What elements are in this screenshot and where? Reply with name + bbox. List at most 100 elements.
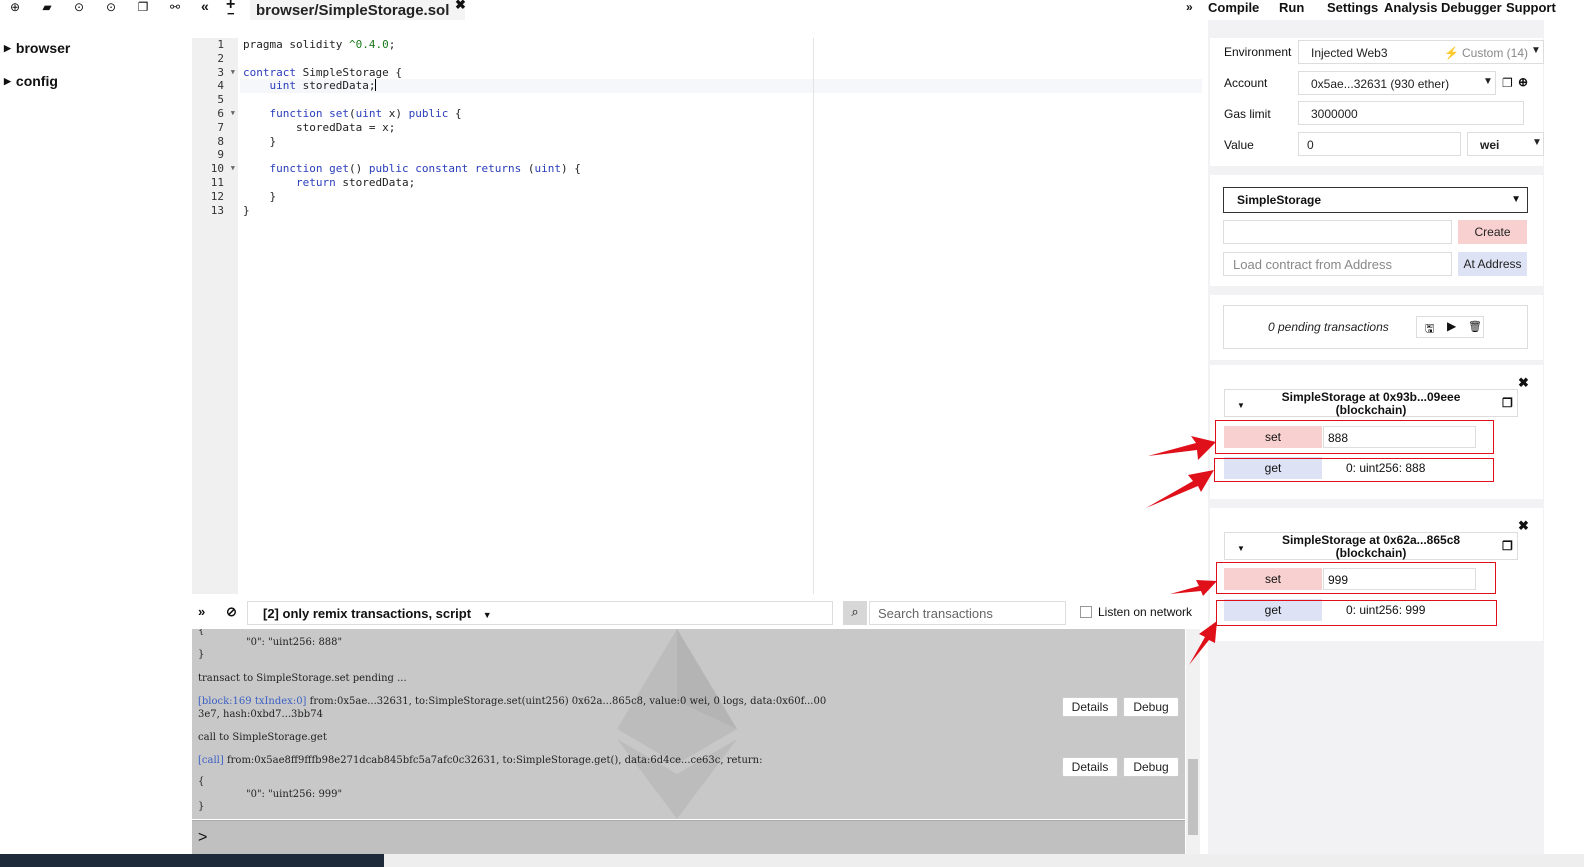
terminal-toolbar: » ⊘ [2] only remix transactions, script … [192, 597, 1202, 629]
terminal-line: 3e7, hash:0xbd7...3bb74 [198, 709, 323, 720]
tab-compile[interactable]: Compile [1208, 0, 1259, 15]
instance-subtitle: (blockchain) [1335, 403, 1407, 417]
call-tag[interactable]: [call] [198, 755, 224, 766]
tab-debugger[interactable]: Debugger [1441, 0, 1502, 15]
at-address-button[interactable]: At Address [1458, 252, 1527, 276]
gas-limit-input[interactable]: 3000000 [1298, 101, 1524, 125]
tab-settings[interactable]: Settings [1327, 0, 1378, 15]
github-publish-icon[interactable]: ⊙ [68, 0, 90, 16]
prompt-chevron-icon: > [198, 829, 208, 846]
tab-run[interactable]: Run [1279, 0, 1304, 15]
gas-limit-label: Gas limit [1224, 107, 1271, 121]
double-chevron-down-icon[interactable]: » [198, 604, 205, 619]
search-icon[interactable]: ⌕ [843, 601, 867, 625]
close-icon[interactable]: ✖ [1518, 375, 1529, 391]
terminal-output: { "0": "uint256: 888" } transact to Simp… [192, 629, 1185, 819]
instance-header[interactable]: ▼ SimpleStorage at 0x93b...09eee (blockc… [1224, 389, 1518, 417]
code-line: } [243, 189, 277, 203]
highlight-box [1216, 562, 1496, 594]
code-text[interactable]: pragma solidity ^0.4.0; contract SimpleS… [240, 38, 1202, 594]
double-chevron-right-icon[interactable]: » [1186, 0, 1193, 14]
details-button[interactable]: Details [1062, 697, 1118, 717]
terminal-line: } [198, 649, 205, 660]
decrease-font-icon[interactable]: − [227, 6, 235, 21]
caret-down-icon: ▼ [482, 610, 492, 620]
file-explorer: ⊕ ▰ ⊙ ⊙ ❐ ⚯ ▶ browser ▶ config [0, 0, 190, 867]
caret-down-icon: ▼ [1237, 544, 1245, 553]
add-account-icon[interactable]: ⊕ [1518, 75, 1528, 89]
open-folder-icon[interactable]: ▰ [36, 0, 58, 16]
close-icon[interactable]: ✖ [455, 0, 466, 13]
caret-right-icon: ▶ [4, 76, 11, 86]
line-number: 4 [217, 79, 224, 93]
highlight-box [1214, 458, 1494, 482]
instance-header[interactable]: ▼ SimpleStorage at 0x62a...865c8 (blockc… [1224, 532, 1518, 560]
tx-block-tag[interactable]: [block:169 txIndex:0] [198, 696, 306, 707]
load-address-input[interactable]: Load contract from Address [1223, 252, 1452, 276]
new-file-icon[interactable]: ⊕ [4, 0, 26, 16]
line-number: 6 ▼ [217, 106, 235, 121]
copy-icon[interactable]: ❐ [1502, 397, 1513, 410]
debug-button[interactable]: Debug [1123, 697, 1179, 717]
editor-gutter: 1 2 3 ▼ 4 5 6 ▼ 7 8 9 10 ▼ 11 12 13 [192, 38, 238, 594]
editor-tab[interactable]: browser/SimpleStorage.sol [250, 0, 466, 20]
code-editor[interactable]: 1 2 3 ▼ 4 5 6 ▼ 7 8 9 10 ▼ 11 12 13 pragma … [192, 38, 1202, 594]
line-number: 2 [217, 51, 224, 65]
play-icon[interactable]: ▶ [1447, 319, 1456, 333]
fold-icon[interactable]: ▼ [231, 162, 235, 176]
ethereum-logo-icon [617, 629, 737, 819]
terminal-call-line: [call] from:0x5ae8ff9fffb98e271dcab845bf… [198, 755, 763, 766]
terminal-prompt[interactable]: > [192, 820, 1185, 854]
github-gist-icon[interactable]: ⊙ [100, 0, 122, 16]
highlight-box [1215, 420, 1494, 454]
double-chevron-left-icon[interactable]: « [201, 0, 209, 14]
terminal-line: "0": "uint256: 999" [246, 789, 343, 800]
line-number: 5 [217, 93, 224, 107]
copy-icon[interactable]: ❐ [1502, 540, 1513, 553]
contract-select[interactable]: SimpleStorage ▼ [1223, 187, 1528, 213]
tree-item-label: browser [15, 40, 71, 56]
clear-console-icon[interactable]: ⊘ [226, 604, 237, 620]
search-transactions-input[interactable]: Search transactions [869, 601, 1066, 625]
fold-icon[interactable]: ▼ [231, 66, 235, 80]
terminal-line: { [198, 629, 205, 636]
environment-select[interactable]: Injected Web3 ⚡ Custom (14) ▼ [1298, 40, 1544, 64]
tab-analysis[interactable]: Analysis [1384, 0, 1437, 15]
code-line: uint storedData; [240, 79, 1202, 94]
close-icon[interactable]: ✖ [1518, 518, 1529, 534]
line-number: 3 ▼ [217, 65, 235, 80]
copy-icon[interactable]: ❐ [1502, 76, 1513, 90]
pending-transactions-label: 0 pending transactions [1268, 320, 1389, 334]
copy-icon[interactable]: ❐ [132, 0, 154, 16]
listen-on-network[interactable]: Listen on network [1080, 605, 1192, 619]
line-number: 11 [210, 175, 224, 189]
account-select[interactable]: 0x5ae...32631 (930 ether) ▼ [1298, 71, 1496, 95]
tree-item-browser[interactable]: ▶ browser [4, 40, 70, 56]
fold-icon[interactable]: ▼ [231, 107, 235, 121]
trash-icon[interactable]: 🗑 [1468, 320, 1482, 333]
file-explorer-toolbar: ⊕ ▰ ⊙ ⊙ ❐ ⚯ [0, 0, 186, 16]
scrollbar-thumb[interactable] [1188, 759, 1198, 835]
code-line: } [243, 134, 277, 148]
save-icon[interactable]: 🖫 [1425, 320, 1434, 339]
listen-checkbox[interactable] [1080, 606, 1092, 618]
terminal-scrollbar[interactable] [1186, 629, 1200, 854]
terminal-line: { [198, 776, 205, 787]
line-number: 10 ▼ [210, 162, 235, 176]
details-button[interactable]: Details [1062, 757, 1118, 777]
connect-icon[interactable]: ⚯ [164, 0, 186, 16]
transaction-filter-dropdown[interactable]: [2] only remix transactions, script ▼ [247, 601, 833, 625]
tree-item-config[interactable]: ▶ config [4, 73, 58, 89]
value-label: Value [1224, 138, 1254, 152]
tab-support[interactable]: Support [1506, 0, 1556, 15]
terminal-line: } [198, 801, 205, 812]
debug-button[interactable]: Debug [1123, 757, 1179, 777]
plug-icon: ⚡ [1444, 46, 1459, 60]
create-button[interactable]: Create [1458, 220, 1527, 244]
line-number: 13 [210, 203, 224, 217]
value-unit-select[interactable]: wei ▼ [1467, 132, 1544, 156]
constructor-args-input[interactable] [1223, 220, 1452, 244]
value-input[interactable]: 0 [1298, 132, 1461, 156]
